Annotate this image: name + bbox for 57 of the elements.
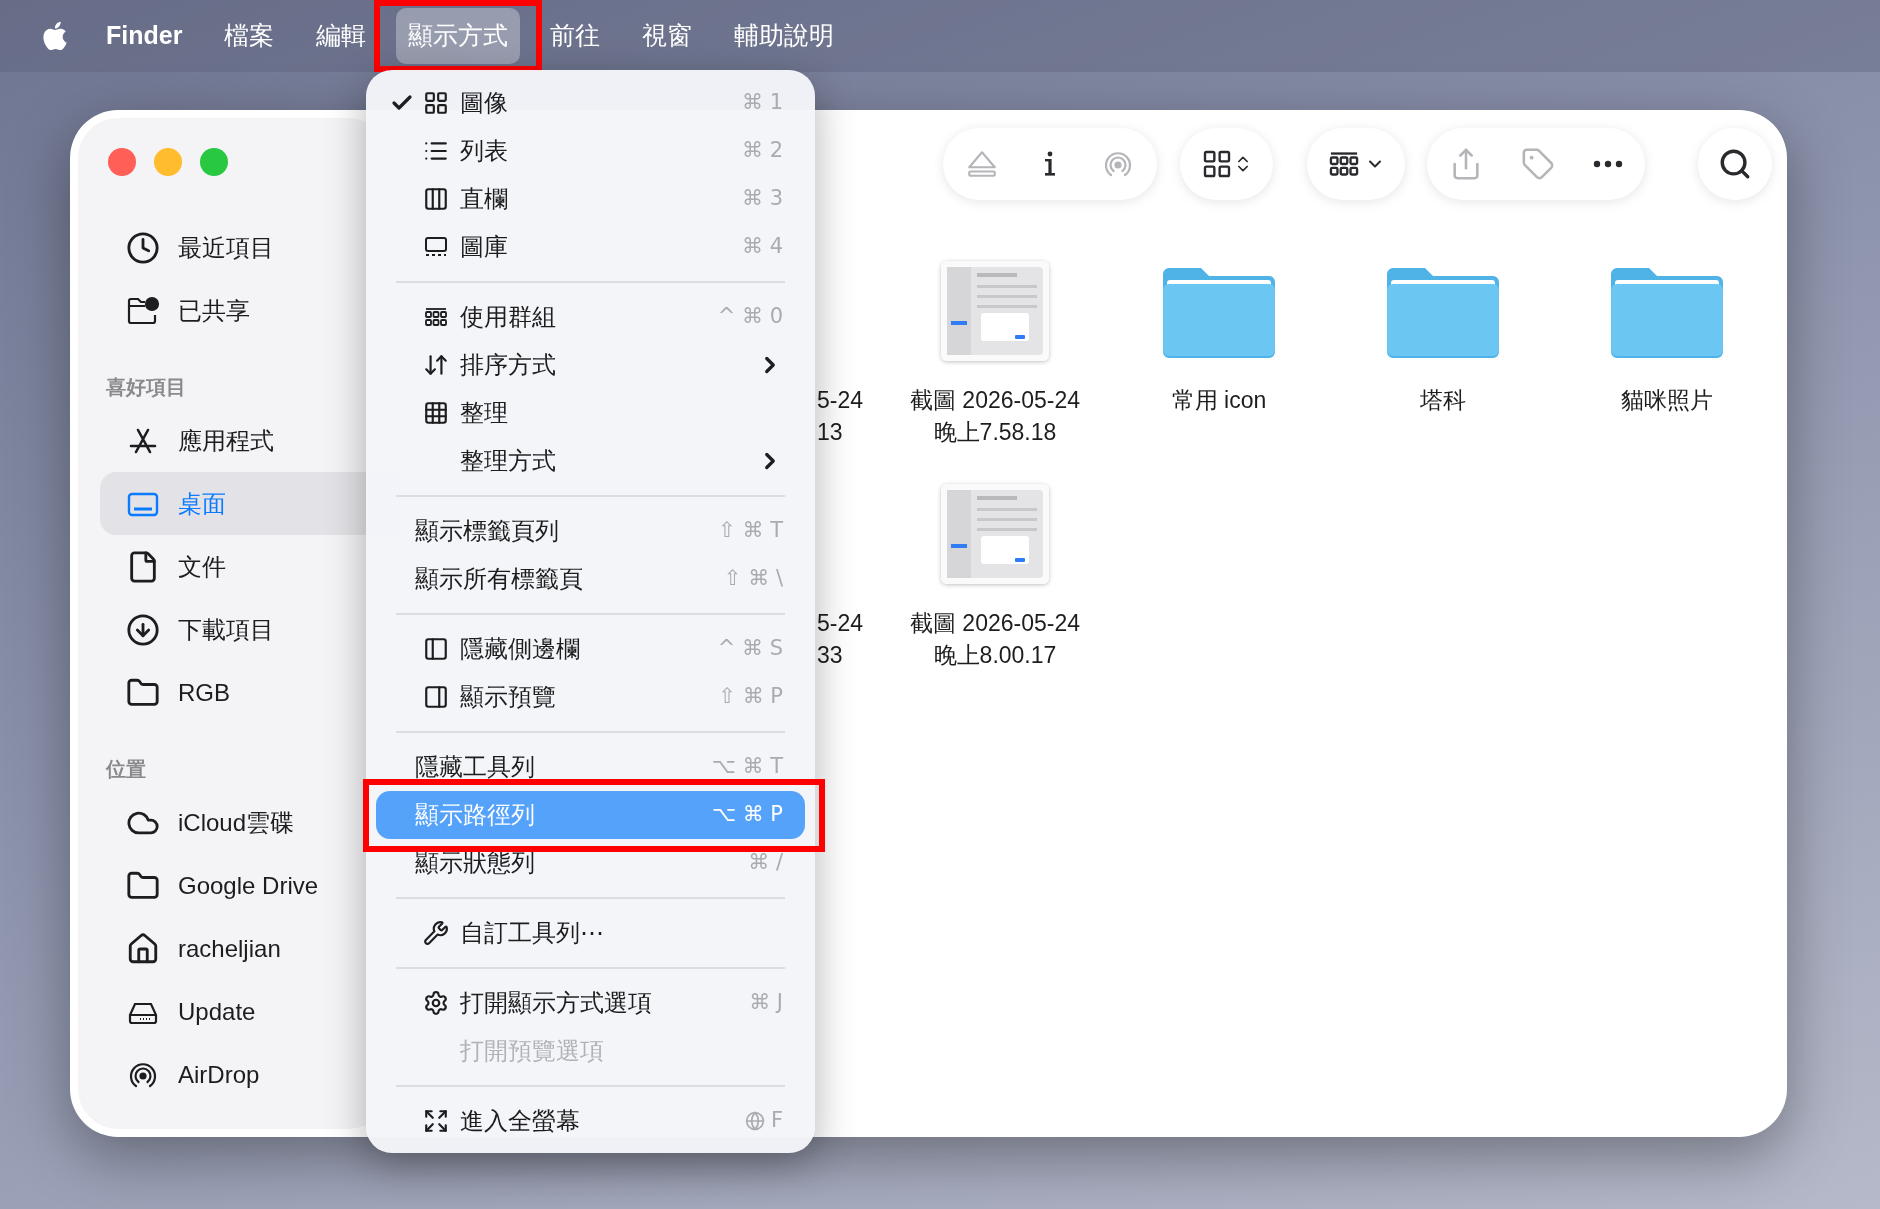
menu-bar-item[interactable]: 視窗 [630, 8, 705, 64]
file-item[interactable]: 截圖 2026-05-24 晚上8.00.17 [883, 473, 1107, 696]
file-item[interactable]: 常用 icon [1107, 250, 1331, 473]
file-name: 5-24 33 [817, 609, 864, 670]
file-name: 塔科 [1420, 386, 1466, 415]
dot-grid-icon [423, 400, 449, 426]
sidebar-header: 位置 [105, 757, 146, 782]
grid-icon [423, 90, 449, 116]
file-name: 5-24 13 [817, 386, 864, 447]
columns-icon [423, 186, 449, 212]
close-button[interactable] [108, 148, 136, 176]
menu-item[interactable]: 隱藏工具列 ⌥ ⌘ T [376, 743, 805, 791]
file-item[interactable]: 貓咪照片 [1555, 250, 1779, 473]
zoom-button[interactable] [200, 148, 228, 176]
shortcut-label: ^ ⌘ S [717, 635, 783, 663]
shortcut-label: ⌘ 2 [741, 137, 783, 165]
shortcut-label: ^ ⌘ 0 [717, 303, 783, 331]
sidebar-icon [423, 636, 449, 662]
wrench-icon [423, 920, 449, 946]
shortcut-label: ⌘ 1 [741, 89, 783, 117]
file-item[interactable]: 塔科 [1331, 250, 1555, 473]
shortcut-label: ⌥ ⌘ T [711, 753, 783, 781]
sidebar-header: 喜好項目 [105, 375, 186, 400]
tag-icon [1521, 147, 1555, 181]
shortcut-label: ⌥ ⌘ P [711, 801, 783, 829]
home-icon [126, 931, 160, 966]
download-icon [126, 612, 160, 647]
menu-bar-item[interactable]: 輔助說明 [722, 8, 847, 64]
preview-pane-icon [423, 684, 449, 710]
menu-bar-item[interactable]: 編輯 [304, 8, 379, 64]
shortcut-label: ⌘ 3 [741, 185, 783, 213]
globe-icon [744, 1111, 765, 1131]
menu-bar-item[interactable]: 前往 [538, 8, 613, 64]
shortcut-label: ⇧ ⌘ \ [723, 565, 783, 593]
more-icon [1593, 160, 1623, 168]
shortcut-label: ⌘ 4 [741, 233, 783, 261]
menu-item[interactable]: 排序方式 [376, 341, 805, 389]
sort-icon [423, 352, 449, 378]
file-name: 常用 icon [1171, 386, 1267, 415]
search-icon [1718, 147, 1752, 181]
menu-item[interactable]: 圖像 ⌘ 1 [376, 79, 805, 127]
file-item[interactable]: 截圖 2026-05-24 晚上7.58.18 [883, 250, 1107, 473]
shortcut-label: ⇧ ⌘ T [718, 517, 783, 545]
fullscreen-icon [423, 1108, 449, 1134]
file-name: 貓咪照片 [1621, 386, 1713, 415]
shortcut-label: ⌘ J [749, 989, 783, 1017]
file-name: 截圖 2026-05-24 晚上7.58.18 [909, 386, 1080, 447]
minimize-button[interactable] [154, 148, 182, 176]
menu-bar-item[interactable]: 檔案 [212, 8, 287, 64]
shortcut-label: F [770, 1107, 783, 1135]
menu-item[interactable]: 列表 ⌘ 2 [376, 127, 805, 175]
shortcut-label: ⇧ ⌘ P [718, 683, 783, 711]
file-name: 截圖 2026-05-24 晚上8.00.17 [909, 609, 1080, 670]
app-menu[interactable]: Finder [94, 8, 195, 64]
shortcut-label: ⌘ / [748, 849, 783, 877]
settings-icon [423, 990, 449, 1016]
clock-icon [126, 230, 160, 265]
